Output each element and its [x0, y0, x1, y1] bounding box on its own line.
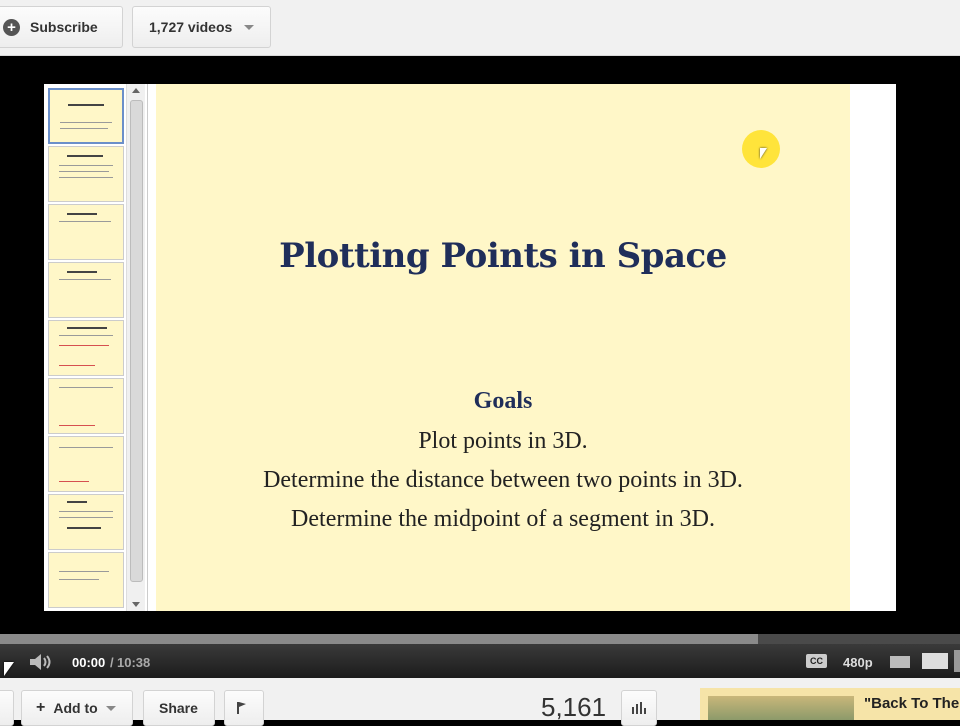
related-thumbnail[interactable] [708, 696, 854, 720]
total-time: 10:38 [117, 655, 151, 670]
video-frame: Plotting Points in Space Goals Plot poin… [44, 84, 896, 611]
scroll-down-icon[interactable] [132, 602, 140, 607]
slide-thumbnail [48, 552, 124, 608]
video-player[interactable]: Plotting Points in Space Goals Plot poin… [0, 56, 960, 634]
goal-item: Plot points in 3D. [418, 428, 588, 454]
caret-down-icon [244, 24, 255, 30]
volume-icon[interactable] [30, 654, 54, 670]
slide-margin [850, 84, 896, 611]
goals-heading: Goals [473, 388, 533, 414]
plus-icon: + [36, 699, 46, 716]
slide-thumbnail [48, 378, 124, 434]
add-to-label: Add to [53, 700, 98, 716]
thumbnail-scrollbar[interactable] [126, 84, 145, 611]
stats-bars-icon [632, 702, 646, 714]
scrollbar-thumb[interactable] [130, 100, 143, 582]
player-controls: 00:00 / 10:38 CC 480p [0, 644, 960, 678]
slide-title: Plotting Points in Space [279, 236, 727, 276]
goal-item: Determine the midpoint of a segment in 3… [291, 506, 715, 532]
goal-item: Determine the distance between two point… [263, 467, 743, 493]
add-to-button[interactable]: + Add to [21, 690, 133, 726]
slide-thumbnail [48, 494, 124, 550]
slide-content: Plotting Points in Space Goals Plot poin… [156, 84, 850, 611]
slide-thumbnail [48, 436, 124, 492]
small-player-icon[interactable] [890, 656, 910, 668]
cc-icon[interactable]: CC [806, 654, 827, 668]
progress-loaded [0, 634, 759, 644]
mouse-pointer-icon [4, 662, 14, 676]
subscribe-label: Subscribe [30, 19, 98, 35]
scroll-up-icon[interactable] [132, 88, 140, 93]
fullscreen-icon[interactable] [954, 650, 960, 672]
large-player-icon[interactable] [922, 653, 948, 669]
slide-thumbnail [48, 204, 124, 260]
progress-bar[interactable] [0, 634, 960, 644]
current-time: 00:00 [72, 655, 106, 670]
slide-thumbnail [48, 88, 124, 144]
slide-thumbnails-panel [44, 84, 148, 611]
videos-count-label: 1,727 videos [149, 19, 233, 35]
like-button[interactable] [0, 690, 14, 726]
flag-icon [237, 702, 246, 714]
cursor-arrow-icon [760, 148, 767, 159]
share-label: Share [159, 700, 198, 716]
flag-button[interactable] [224, 690, 264, 726]
slide-thumbnail [48, 320, 124, 376]
quality-button[interactable]: 480p [843, 655, 873, 670]
videos-dropdown[interactable]: 1,727 videos [132, 6, 271, 48]
share-button[interactable]: Share [143, 690, 215, 726]
view-count: 5,161 [541, 692, 607, 722]
slide-thumbnail [48, 146, 124, 202]
caret-down-icon [105, 705, 116, 711]
subscribe-button[interactable]: + Subscribe [0, 6, 123, 48]
channel-bar: + Subscribe 1,727 videos [0, 0, 960, 56]
plus-circle-icon: + [3, 18, 20, 36]
slide-thumbnail [48, 262, 124, 318]
related-video-title[interactable]: "Back To The [864, 695, 959, 712]
time-separator: / [110, 655, 114, 670]
stats-button[interactable] [621, 690, 657, 726]
